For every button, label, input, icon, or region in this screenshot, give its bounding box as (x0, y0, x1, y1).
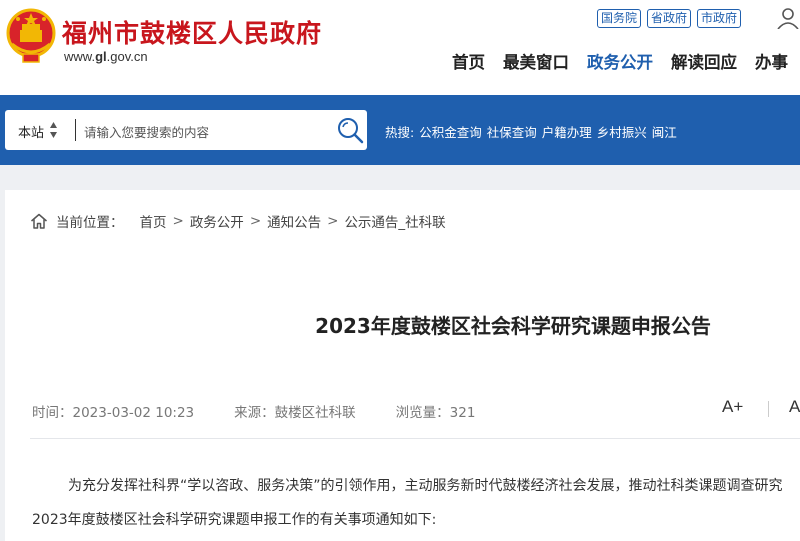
nav-best-window[interactable]: 最美窗口 (503, 49, 569, 73)
font-size-divider (768, 401, 769, 417)
main-nav: 首页 最美窗口 政务公开 解读回应 办事 (452, 49, 788, 73)
nav-government-affairs[interactable]: 政务公开 (587, 49, 653, 73)
hot-search-item[interactable]: 社保查询 (487, 122, 537, 141)
search-input[interactable]: 请输入您要搜索的内容 (84, 122, 209, 141)
hot-search-item[interactable]: 户籍办理 (542, 122, 592, 141)
nav-services[interactable]: 办事 (755, 49, 788, 73)
meta-divider (30, 438, 800, 439)
article-paragraph-line: 为充分发挥社科界“学以咨政、服务决策”的引领作用，主动服务新时代鼓楼经济社会发展… (68, 478, 783, 494)
search-scope-select[interactable]: 本站 (18, 122, 44, 141)
top-links: 国务院 省政府 市政府 (597, 9, 742, 28)
breadcrumb-government-affairs[interactable]: 政务公开 (190, 211, 244, 231)
top-link-state-council[interactable]: 国务院 (597, 9, 642, 28)
home-icon (31, 213, 47, 229)
search-icon[interactable] (336, 116, 364, 144)
breadcrumb: 当前位置： 首页 > 政务公开 > 通知公告 > 公示通告_社科联 (30, 211, 446, 231)
site-name[interactable]: 福州市鼓楼区人民政府 (62, 14, 322, 50)
article-source: 来源：鼓楼区社科联 (234, 405, 356, 421)
nav-interpretation[interactable]: 解读回应 (671, 49, 737, 73)
top-link-province[interactable]: 省政府 (647, 9, 692, 28)
site-url-suffix: .gov.cn (106, 49, 148, 64)
site-url: www.gl.gov.cn (64, 49, 148, 64)
hot-search-item[interactable]: 乡村振兴 (597, 122, 647, 141)
national-emblem-icon[interactable] (6, 8, 56, 66)
hot-search-label: 热搜: (385, 125, 415, 140)
top-link-city[interactable]: 市政府 (697, 9, 742, 28)
article-meta: 时间：2023-03-02 10:23 来源：鼓楼区社科联 浏览量：321 (32, 401, 515, 421)
view-count: 浏览量：321 (395, 405, 476, 421)
search-box: 本站 请输入您要搜索的内容 (5, 110, 367, 150)
nav-home[interactable]: 首页 (452, 49, 485, 73)
hot-search-item[interactable]: 公积金查询 (419, 122, 482, 141)
breadcrumb-separator: > (172, 213, 184, 229)
user-icon[interactable] (776, 7, 800, 29)
site-header: 福州市鼓楼区人民政府 www.gl.gov.cn 国务院 省政府 市政府 首页 … (0, 0, 800, 95)
site-url-domain: gl (95, 49, 107, 64)
article-title: 2023年度鼓楼区社会科学研究课题申报公告 (315, 314, 711, 338)
breadcrumb-separator: > (249, 213, 262, 229)
font-increase-button[interactable]: A+ (722, 397, 743, 417)
scope-toggle-icon[interactable] (49, 120, 58, 140)
breadcrumb-separator: > (327, 213, 339, 229)
site-url-prefix: www. (64, 49, 96, 64)
article-paragraph-line: 2023年度鼓楼区社会科学研究课题申报工作的有关事项通知如下: (32, 512, 437, 528)
search-divider (75, 119, 76, 141)
publish-time: 时间：2023-03-02 10:23 (32, 405, 195, 421)
article-body: 为充分发挥社科界“学以咨政、服务决策”的引领作用，主动服务新时代鼓楼经济社会发展… (32, 469, 800, 537)
breadcrumb-current[interactable]: 公示通告_社科联 (344, 211, 445, 231)
hot-searches: 热搜: 公积金查询 社保查询 户籍办理 乡村振兴 闽江 (385, 122, 677, 141)
hot-search-item[interactable]: 闽江 (652, 122, 677, 141)
breadcrumb-notices[interactable]: 通知公告 (267, 211, 321, 231)
breadcrumb-home[interactable]: 首页 (140, 211, 167, 231)
breadcrumb-label: 当前位置： (56, 215, 124, 231)
font-decrease-button[interactable]: A- (789, 397, 800, 417)
